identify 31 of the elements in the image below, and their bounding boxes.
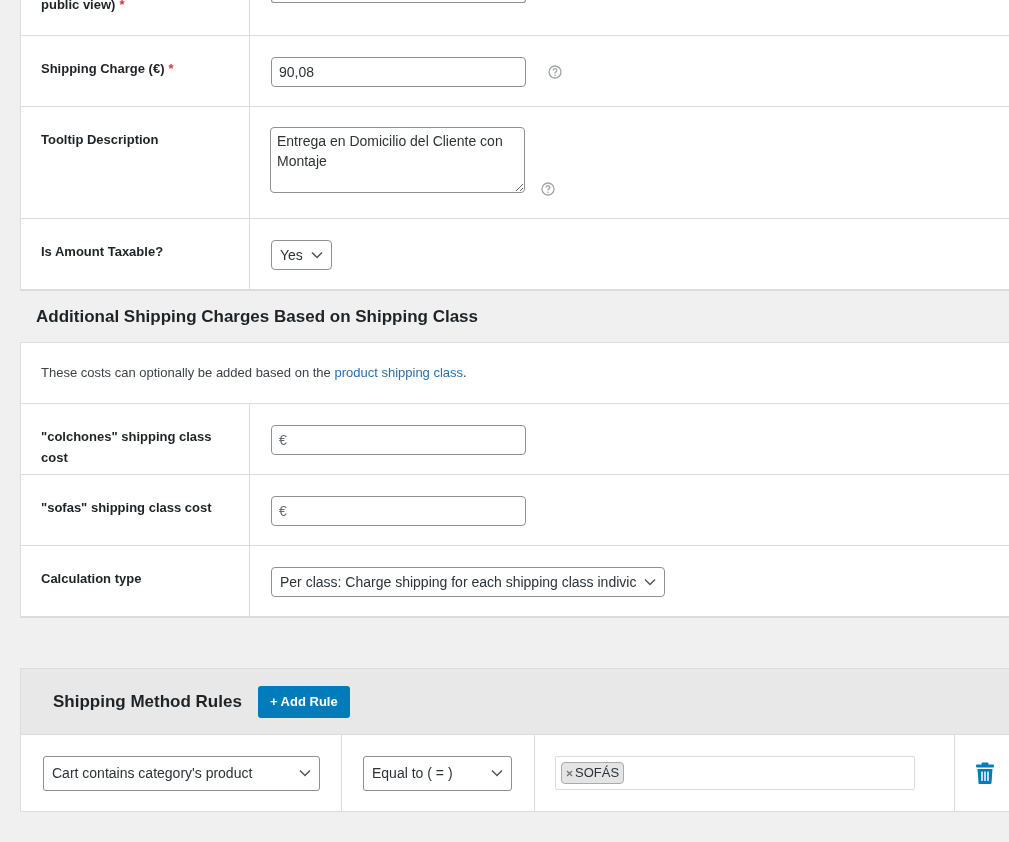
input-field[interactable]: 90,08 [271, 57, 526, 87]
help-icon[interactable] [541, 182, 555, 196]
trash-icon[interactable] [975, 762, 995, 784]
input-field[interactable]: € [271, 425, 526, 455]
add-rule-button[interactable]: + Add Rule [257, 685, 350, 718]
field-label: Calculation type [41, 570, 142, 588]
field-label: public view) [41, 0, 116, 14]
rules-heading: Shipping Method Rules [53, 690, 242, 713]
intro-text: These costs can optionally be added based on the product shipping class. [41, 364, 467, 383]
field-label: "sofas" shipping class cost [41, 499, 212, 517]
chevron-down-icon [310, 251, 323, 259]
help-icon[interactable] [548, 65, 562, 79]
condition-select[interactable]: Cart contains category's product [43, 755, 320, 791]
field-label: Tooltip Description [41, 131, 159, 149]
input-field[interactable]: € [271, 496, 526, 526]
tags-field[interactable]: SOFÁS [555, 756, 915, 790]
select-dropdown[interactable]: Per class: Charge shipping for each shipping class indivic [271, 567, 666, 597]
tag-chip[interactable]: SOFÁS [561, 762, 625, 784]
textarea-field[interactable]: Entrega en Domicilio del Cliente con Montaje [270, 127, 525, 193]
field-label: Shipping Charge (€) [41, 60, 165, 78]
field-label: "colchones" shipping class cost [41, 428, 213, 467]
required-asterisk: * [168, 60, 174, 78]
select-dropdown[interactable]: Yes [271, 240, 332, 270]
chevron-down-icon [491, 769, 503, 777]
field-label: Is Amount Taxable? [41, 243, 164, 261]
required-asterisk: * [119, 0, 125, 14]
chevron-down-icon [644, 578, 657, 586]
remove-icon[interactable] [566, 769, 573, 777]
chevron-down-icon [299, 769, 311, 777]
section-heading: Additional Shipping Charges Based on Shipping Class [36, 305, 479, 328]
operator-select[interactable]: Equal to ( = ) [363, 755, 512, 791]
